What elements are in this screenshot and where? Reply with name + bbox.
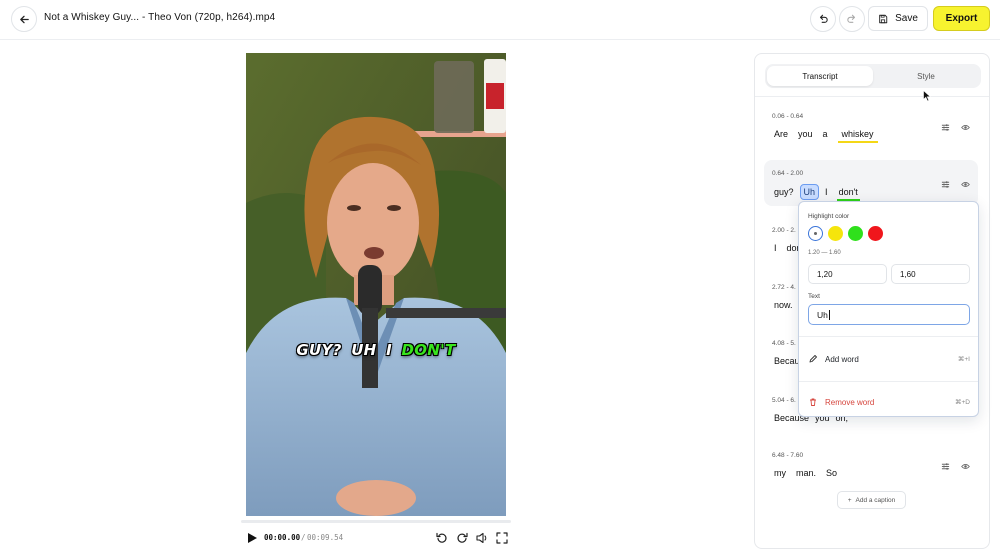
video-preview[interactable]: GUY? UH I DON'T	[246, 53, 506, 516]
arrow-left-icon	[19, 15, 29, 23]
text-caret	[828, 309, 830, 320]
caption-segment[interactable]: 0.06 - 0.64 Are you a whiskey	[764, 106, 978, 150]
floppy-disk-icon	[879, 14, 888, 23]
segment-actions	[941, 123, 970, 132]
word[interactable]: Are	[774, 128, 788, 140]
tab-style[interactable]: Style	[873, 66, 979, 86]
top-bar: Not a Whiskey Guy... - Theo Von (720p, h…	[0, 0, 1000, 40]
segment-time: 6.48 - 7.60	[772, 452, 804, 459]
total-time: 00:09.54	[307, 533, 344, 542]
mouse-cursor-icon	[923, 90, 931, 102]
save-label: Save	[895, 13, 918, 24]
segment-time: 0.64 - 2.00	[772, 170, 804, 177]
forward-icon[interactable]	[455, 531, 469, 545]
segment-words: guy? Uh I don't	[774, 184, 861, 201]
segment-actions	[941, 462, 970, 471]
word-highlighted-green[interactable]: don't	[836, 186, 861, 201]
segment-time: 4.08 - 5.	[772, 340, 796, 347]
sliders-icon[interactable]	[941, 123, 950, 132]
word[interactable]: a	[823, 128, 828, 140]
word[interactable]: you	[798, 128, 813, 140]
color-swatches	[808, 226, 883, 241]
player-controls: 00:00.00 / 00:09.54	[241, 528, 511, 548]
word[interactable]: my	[774, 467, 786, 479]
add-caption-label: Add a caption	[855, 496, 896, 504]
eye-icon[interactable]	[961, 462, 970, 471]
caption-overlay: GUY? UH I DON'T	[246, 341, 506, 359]
segment-words: my man. So	[774, 467, 837, 479]
plus-icon: +	[847, 496, 852, 504]
back-button[interactable]	[11, 6, 37, 32]
segment-words: now.	[774, 299, 793, 311]
fullscreen-icon[interactable]	[495, 531, 509, 545]
caption-word: I	[386, 341, 392, 359]
segment-actions	[941, 180, 970, 189]
remove-word-menu-item[interactable]: Remove word ⌘+D	[808, 393, 970, 411]
word[interactable]: now.	[774, 299, 793, 311]
save-button[interactable]: Save	[868, 6, 928, 31]
sliders-icon[interactable]	[941, 462, 950, 471]
caption-word: UH	[351, 341, 377, 359]
swatch-none[interactable]	[808, 226, 823, 241]
redo-button[interactable]	[839, 6, 865, 32]
remove-word-shortcut: ⌘+D	[955, 399, 970, 406]
time-range: 1.20 — 1.60	[808, 250, 841, 256]
segment-time: 5.04 - 6.	[772, 397, 796, 404]
tab-transcript[interactable]: Transcript	[767, 66, 873, 86]
word-text-value: Uh	[817, 309, 828, 320]
segment-words: Becau	[774, 355, 800, 367]
video-frame-image	[246, 53, 506, 516]
word[interactable]: guy?	[774, 186, 794, 198]
current-time: 00:00.00	[264, 533, 301, 542]
end-time-input[interactable]: 1,60	[891, 264, 970, 284]
timeline-scrubber[interactable]	[241, 520, 511, 523]
undo-button[interactable]	[810, 6, 836, 32]
add-caption-button[interactable]: + Add a caption	[837, 491, 906, 509]
redo-icon	[847, 14, 856, 23]
eye-icon[interactable]	[961, 180, 970, 189]
caption-word: GUY?	[296, 341, 342, 359]
swatch-yellow[interactable]	[828, 226, 843, 241]
word-highlighted-yellow[interactable]: whiskey	[837, 128, 878, 143]
swatch-green[interactable]	[848, 226, 863, 241]
highlight-color-label: Highlight color	[808, 213, 850, 220]
time-separator: /	[301, 533, 306, 542]
add-word-label: Add word	[825, 354, 859, 364]
play-icon[interactable]	[245, 531, 259, 545]
segment-words: Are you a whiskey	[774, 128, 878, 143]
segment-time: 2.00 - 2.	[772, 227, 796, 234]
caption-segment[interactable]: 6.48 - 7.60 my man. So	[764, 445, 978, 489]
word[interactable]: I	[825, 186, 828, 198]
start-time-input[interactable]: 1,20	[808, 264, 887, 284]
segment-time: 2.72 - 4.	[772, 284, 796, 291]
trash-icon	[810, 398, 816, 406]
caption-segment-selected[interactable]: 0.64 - 2.00 guy? Uh I don't	[764, 160, 978, 206]
sliders-icon[interactable]	[941, 180, 950, 189]
file-title: Not a Whiskey Guy... - Theo Von (720p, h…	[44, 12, 276, 23]
text-label: Text	[808, 293, 820, 300]
word-text-input[interactable]: Uh	[808, 304, 970, 325]
word[interactable]: So	[826, 467, 837, 479]
remove-word-label: Remove word	[825, 397, 875, 407]
word-selected[interactable]: Uh	[799, 184, 820, 200]
swatch-red[interactable]	[868, 226, 883, 241]
export-button[interactable]: Export	[933, 6, 990, 31]
eye-icon[interactable]	[961, 123, 970, 132]
divider	[755, 96, 989, 97]
word[interactable]: I	[774, 242, 777, 254]
rewind-icon[interactable]	[435, 531, 449, 545]
undo-icon	[819, 14, 828, 23]
segment-time: 0.06 - 0.64	[772, 113, 804, 120]
caption-word-active: DON'T	[401, 341, 456, 359]
add-word-menu-item[interactable]: Add word ⌘+I	[808, 350, 970, 368]
panel-tabs: Transcript Style	[765, 64, 981, 88]
word-edit-popover: Highlight color 1.20 — 1.60 1,20 1,60 Te…	[798, 201, 979, 417]
add-word-shortcut: ⌘+I	[957, 356, 970, 363]
divider	[799, 336, 978, 337]
word[interactable]: man.	[796, 467, 816, 479]
volume-icon[interactable]	[475, 531, 489, 545]
divider	[799, 381, 978, 382]
pencil-icon	[809, 355, 817, 363]
word[interactable]: Becau	[774, 355, 800, 367]
